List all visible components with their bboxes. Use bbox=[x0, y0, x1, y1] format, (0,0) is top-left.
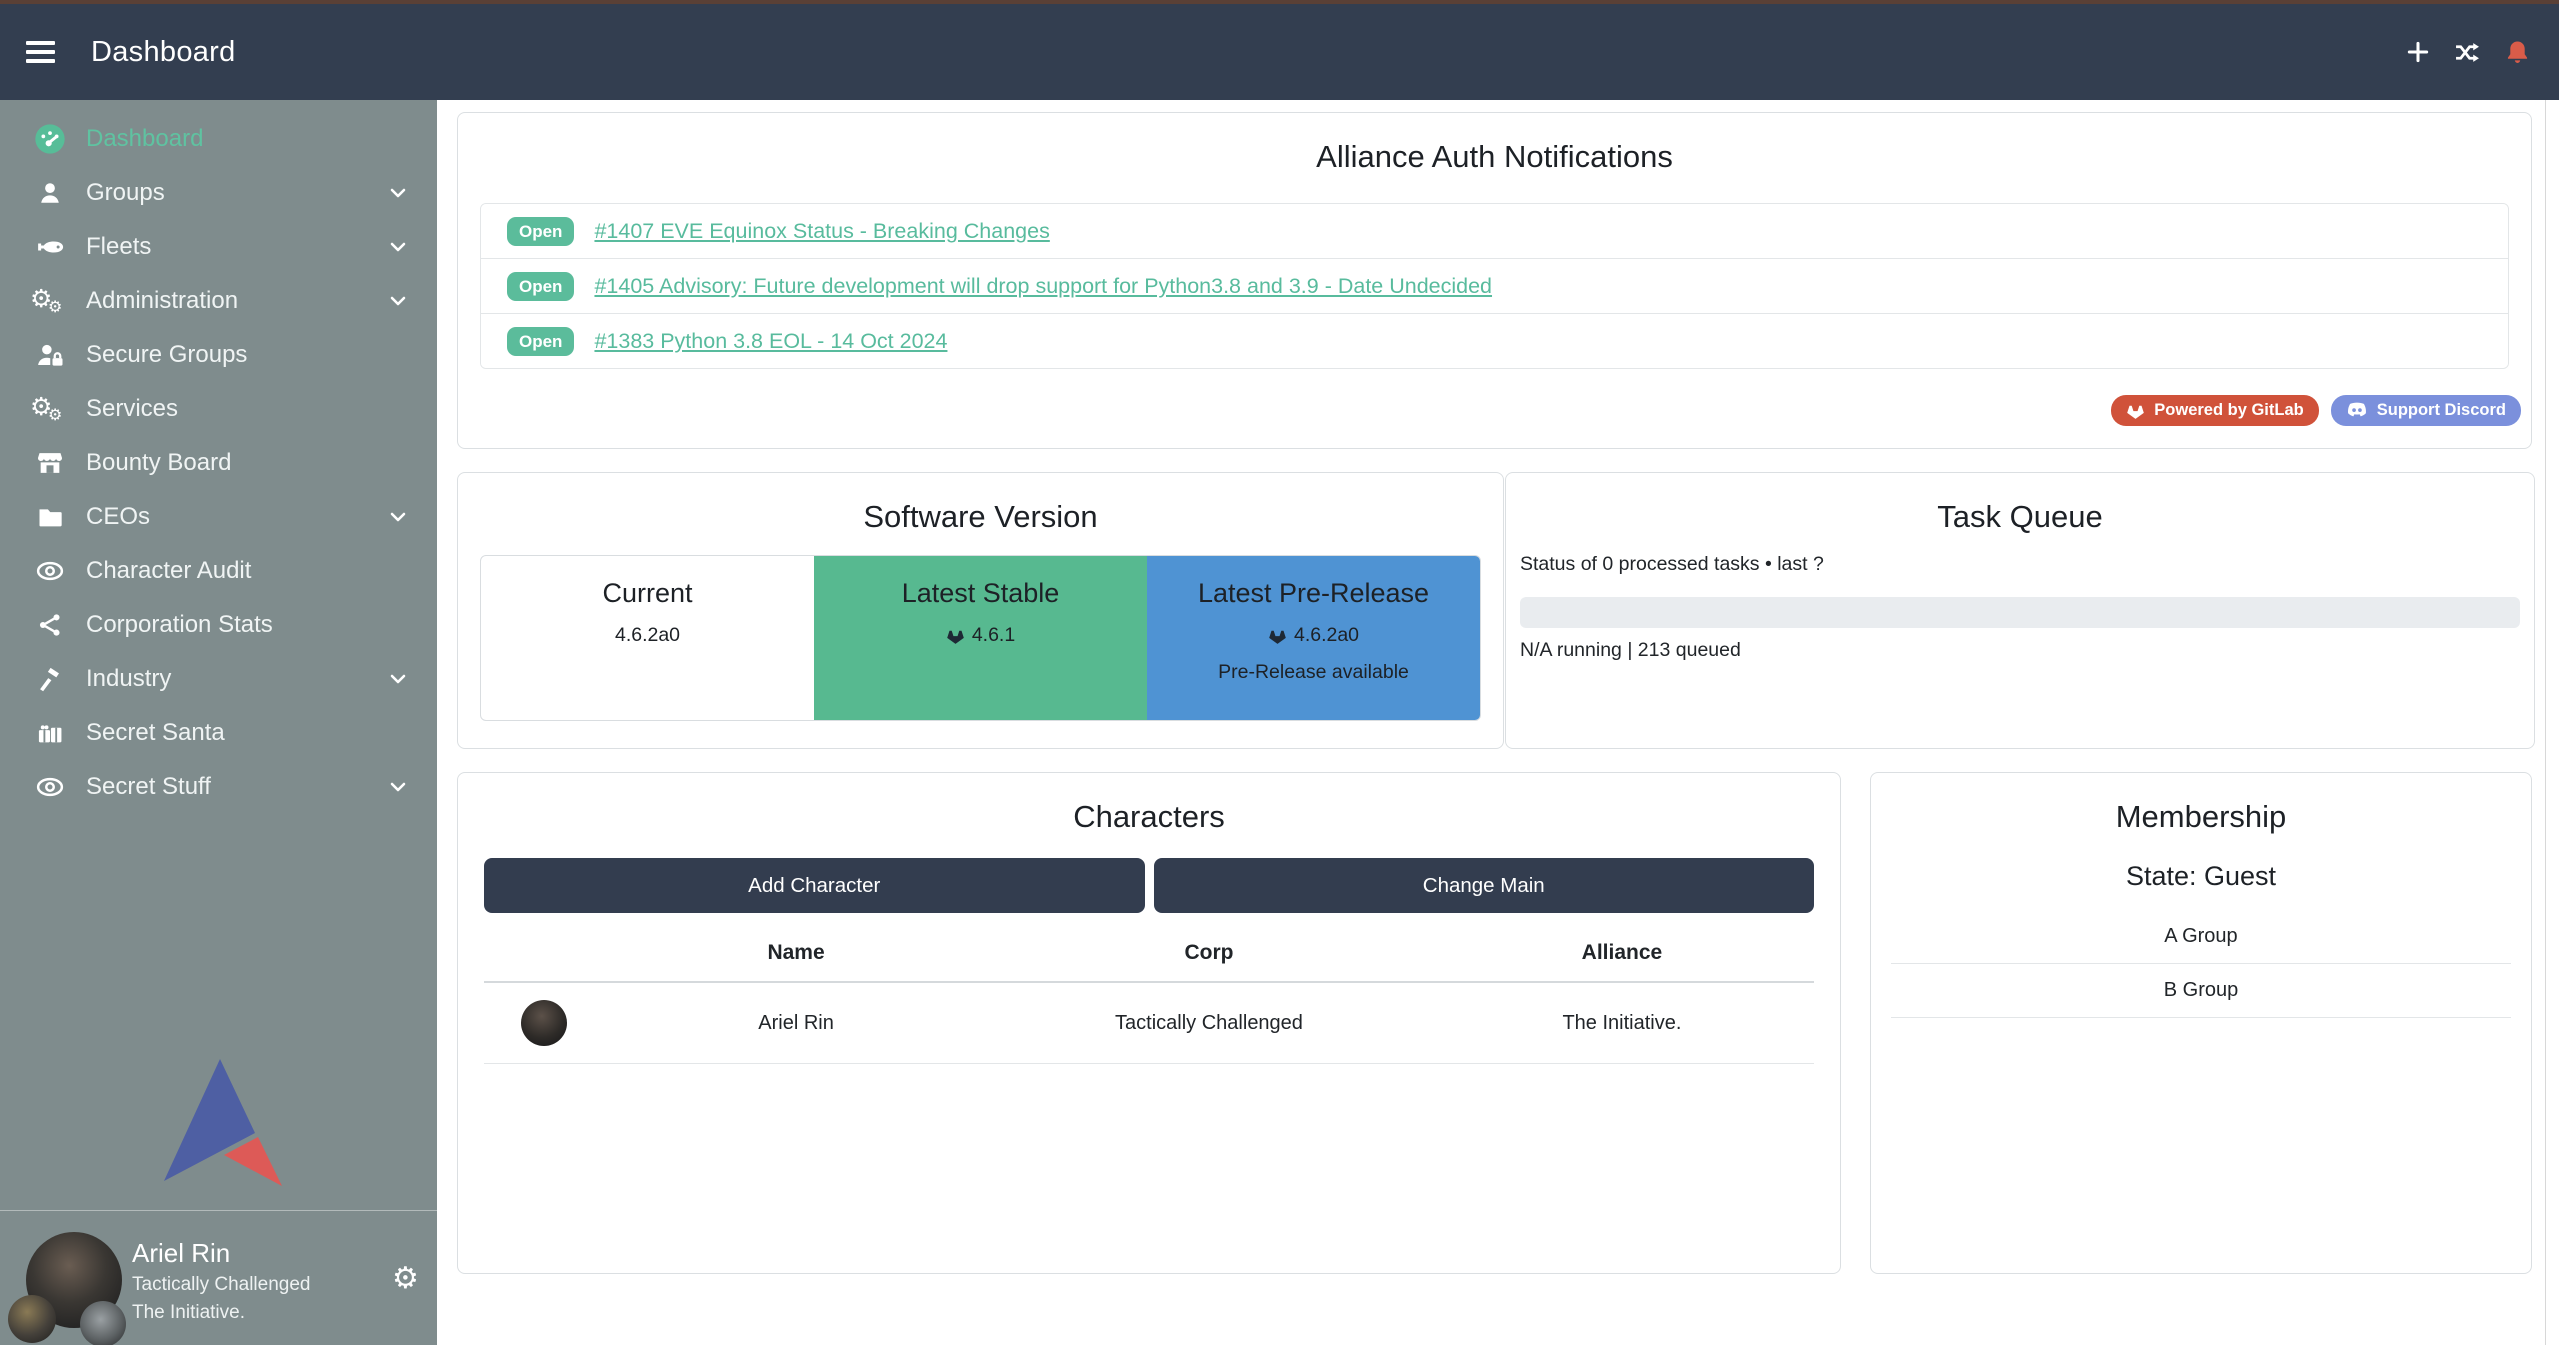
sidebar-item-secret-stuff[interactable]: Secret Stuff bbox=[0, 760, 437, 814]
task-queue-progress-bar bbox=[1520, 597, 2520, 628]
sidebar-item-secure-groups[interactable]: Secure Groups bbox=[0, 328, 437, 382]
switch-character-shuffle-icon[interactable] bbox=[2453, 40, 2482, 65]
notification-item: Open #1383 Python 3.8 EOL - 14 Oct 2024 bbox=[481, 313, 2508, 368]
sidebar-item-fleets[interactable]: Fleets bbox=[0, 220, 437, 274]
character-corp: Tactically Challenged bbox=[988, 1012, 1430, 1035]
notifications-bell-icon[interactable] bbox=[2504, 39, 2531, 66]
gauge-icon bbox=[28, 119, 72, 159]
column-header-corp: Corp bbox=[988, 941, 1430, 965]
version-prerelease-column: Latest Pre-Release 4.6.2a0 Pre-Release a… bbox=[1147, 556, 1480, 720]
gitlab-tanuki-icon bbox=[2126, 402, 2145, 420]
notifications-title: Alliance Auth Notifications bbox=[458, 139, 2531, 175]
chevron-down-icon bbox=[387, 182, 409, 204]
chevron-down-icon bbox=[387, 290, 409, 312]
sidebar-item-groups[interactable]: Groups bbox=[0, 166, 437, 220]
corp-logo-badge bbox=[8, 1295, 56, 1343]
character-row: Ariel Rin Tactically Challenged The Init… bbox=[484, 983, 1814, 1064]
alliance-auth-dashboard: Dashboard bbox=[0, 0, 2559, 1345]
sidebar-divider bbox=[0, 1210, 437, 1211]
notification-link[interactable]: #1405 Advisory: Future development will … bbox=[594, 274, 1492, 299]
version-current-column: Current 4.6.2a0 bbox=[481, 556, 814, 720]
column-header-alliance: Alliance bbox=[1430, 941, 1814, 965]
sidebar-item-industry[interactable]: Industry bbox=[0, 652, 437, 706]
notification-item: Open #1407 EVE Equinox Status - Breaking… bbox=[481, 204, 2508, 258]
character-name: Ariel Rin bbox=[604, 1012, 988, 1035]
task-queue-counts: N/A running | 213 queued bbox=[1520, 639, 1741, 662]
gifts-icon bbox=[28, 713, 72, 753]
hammer-icon bbox=[28, 659, 72, 699]
gears-icon: ⚙ ⚙ bbox=[28, 389, 72, 429]
user-corp: Tactically Challenged bbox=[132, 1274, 311, 1296]
sidebar-item-character-audit[interactable]: Character Audit bbox=[0, 544, 437, 598]
status-badge: Open bbox=[507, 272, 574, 301]
chevron-down-icon bbox=[387, 668, 409, 690]
notification-item: Open #1405 Advisory: Future development … bbox=[481, 258, 2508, 313]
version-comparison-box: Current 4.6.2a0 Latest Stable 4.6.1 Late… bbox=[480, 555, 1481, 721]
top-navbar: Dashboard bbox=[0, 4, 2559, 100]
gitlab-tanuki-icon bbox=[1268, 627, 1287, 645]
status-badge: Open bbox=[507, 217, 574, 246]
version-stable-column: Latest Stable 4.6.1 bbox=[814, 556, 1147, 720]
sidebar-item-dashboard[interactable]: Dashboard bbox=[0, 112, 437, 166]
page-title: Dashboard bbox=[91, 36, 236, 69]
status-badge: Open bbox=[507, 327, 574, 356]
sidebar-item-services[interactable]: ⚙ ⚙ Services bbox=[0, 382, 437, 436]
task-queue-title: Task Queue bbox=[1506, 499, 2534, 535]
chevron-down-icon bbox=[387, 236, 409, 258]
characters-table-header: Name Corp Alliance bbox=[484, 925, 1814, 983]
space-shuttle-icon bbox=[28, 227, 72, 267]
support-discord-badge[interactable]: Support Discord bbox=[2331, 395, 2521, 426]
store-icon bbox=[28, 443, 72, 483]
notification-link[interactable]: #1383 Python 3.8 EOL - 14 Oct 2024 bbox=[594, 329, 947, 354]
column-header-name: Name bbox=[604, 941, 988, 965]
powered-by-gitlab-badge[interactable]: Powered by GitLab bbox=[2111, 395, 2318, 426]
eye-icon bbox=[28, 551, 72, 591]
notifications-list: Open #1407 EVE Equinox Status - Breaking… bbox=[480, 203, 2509, 369]
software-version-panel: Software Version Current 4.6.2a0 Latest … bbox=[457, 472, 1504, 749]
characters-panel: Characters Add Character Change Main Nam… bbox=[457, 772, 1841, 1274]
chevron-down-icon bbox=[387, 506, 409, 528]
folder-icon bbox=[28, 497, 72, 537]
group-list-item: B Group bbox=[1891, 964, 2511, 1018]
membership-groups-list: A Group B Group bbox=[1891, 910, 2511, 1018]
sidebar-item-corporation-stats[interactable]: Corporation Stats bbox=[0, 598, 437, 652]
membership-state: State: Guest bbox=[1871, 861, 2531, 892]
share-icon bbox=[28, 605, 72, 645]
characters-title: Characters bbox=[458, 799, 1840, 835]
membership-panel: Membership State: Guest A Group B Group bbox=[1870, 772, 2532, 1274]
chevron-down-icon bbox=[387, 776, 409, 798]
task-queue-status-line: Status of 0 processed tasks • last ? bbox=[1520, 553, 1824, 576]
eye-icon bbox=[28, 767, 72, 807]
scrollbar-track[interactable] bbox=[2545, 100, 2546, 1345]
alliance-auth-notifications-panel: Alliance Auth Notifications Open #1407 E… bbox=[457, 112, 2532, 449]
user-name: Ariel Rin bbox=[132, 1238, 230, 1269]
user-settings-gear-icon[interactable]: ⚙ bbox=[392, 1264, 419, 1294]
sidebar-item-secret-santa[interactable]: Secret Santa bbox=[0, 706, 437, 760]
sidebar: Dashboard Groups Fleets bbox=[0, 100, 437, 1345]
membership-title: Membership bbox=[1871, 799, 2531, 835]
group-list-item: A Group bbox=[1891, 910, 2511, 964]
add-character-plus-icon[interactable] bbox=[2405, 39, 2431, 65]
notification-link[interactable]: #1407 EVE Equinox Status - Breaking Chan… bbox=[594, 219, 1049, 244]
character-alliance: The Initiative. bbox=[1430, 1012, 1814, 1035]
sidebar-item-administration[interactable]: ⚙ ⚙ Administration bbox=[0, 274, 437, 328]
user-alliance: The Initiative. bbox=[132, 1302, 245, 1324]
characters-table: Name Corp Alliance Ariel Rin Tactically … bbox=[484, 925, 1814, 1064]
user-lock-icon bbox=[28, 335, 72, 375]
user-icon bbox=[28, 173, 72, 213]
gitlab-tanuki-icon bbox=[946, 627, 965, 645]
change-main-button[interactable]: Change Main bbox=[1154, 858, 1815, 913]
hamburger-menu-icon[interactable] bbox=[26, 41, 55, 63]
sidebar-item-bounty-board[interactable]: Bounty Board bbox=[0, 436, 437, 490]
task-queue-panel: Task Queue Status of 0 processed tasks •… bbox=[1505, 472, 2535, 749]
alliance-auth-logo bbox=[158, 1055, 282, 1187]
add-character-button[interactable]: Add Character bbox=[484, 858, 1145, 913]
alliance-logo-badge bbox=[80, 1301, 126, 1345]
software-version-title: Software Version bbox=[458, 499, 1503, 535]
sidebar-item-ceos[interactable]: CEOs bbox=[0, 490, 437, 544]
gears-icon: ⚙ ⚙ bbox=[28, 281, 72, 321]
character-portrait bbox=[521, 1000, 567, 1046]
discord-icon bbox=[2346, 402, 2368, 419]
